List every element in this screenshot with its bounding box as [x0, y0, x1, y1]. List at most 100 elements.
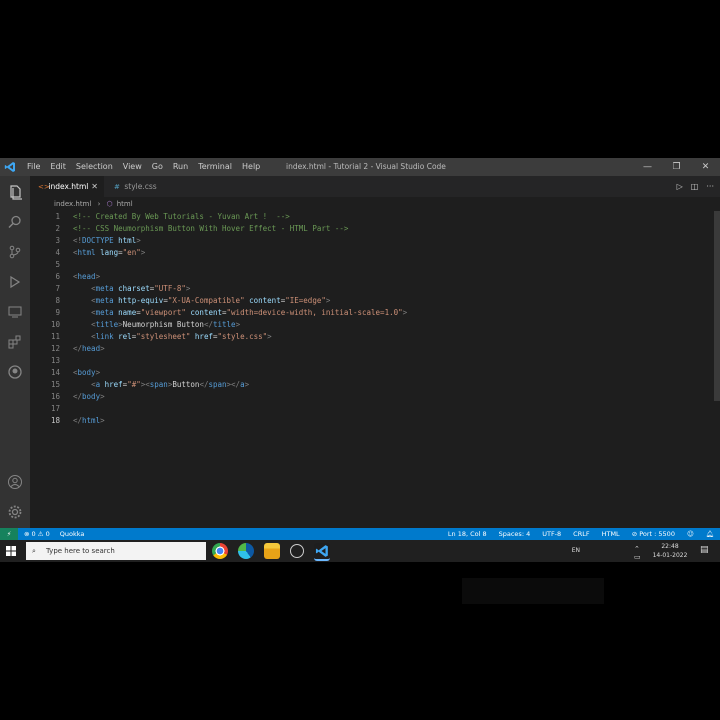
line-number: 4 — [55, 248, 60, 257]
settings-icon[interactable] — [290, 544, 304, 558]
code-line: <title>Neumorphism Button</title> — [91, 320, 241, 329]
github-icon[interactable] — [7, 364, 23, 380]
menu-help[interactable]: Help — [237, 158, 265, 176]
code-line: <meta http-equiv="X-UA-Compatible" conte… — [91, 296, 331, 305]
windows-start-icon[interactable] — [6, 546, 16, 556]
breadcrumb-separator: › — [97, 200, 101, 208]
editor-scrollbar[interactable] — [714, 211, 720, 401]
tab-index-html[interactable]: <> index.html ✕ — [30, 176, 104, 197]
code-line: <!DOCTYPE html> — [73, 236, 141, 245]
bell-icon[interactable]: 🔔︎ — [706, 528, 714, 540]
html-file-icon: <> — [38, 183, 50, 191]
accounts-icon[interactable] — [7, 474, 23, 490]
code-line: <body> — [73, 368, 101, 377]
menu-go[interactable]: Go — [147, 158, 168, 176]
line-number: 10 — [50, 320, 60, 329]
split-editor-icon[interactable]: ◫ — [691, 182, 699, 191]
code-line: <a href="#"><span>Button</span></a> — [91, 380, 250, 389]
minimize-button[interactable]: — — [633, 158, 662, 176]
tray-icons[interactable]: ⌃ ▭ ☁ ◍ ◖ — [634, 545, 644, 562]
taskbar-apps — [212, 543, 330, 561]
file-explorer-icon[interactable] — [264, 543, 280, 559]
more-actions-icon[interactable]: ··· — [706, 182, 714, 191]
search-icon: ⌕ — [32, 547, 36, 555]
line-number: 12 — [50, 344, 60, 353]
line-number: 18 — [50, 416, 60, 425]
tab-style-css[interactable]: # style.css — [106, 176, 162, 197]
edge-icon[interactable] — [238, 543, 254, 559]
close-tab-icon[interactable]: ✕ — [91, 176, 98, 197]
line-number: 1 — [55, 212, 60, 221]
remote-explorer-icon[interactable] — [7, 304, 23, 320]
search-placeholder: Type here to search — [46, 547, 115, 555]
gear-icon[interactable] — [7, 504, 23, 520]
encoding[interactable]: UTF-8 — [542, 528, 561, 540]
problems-indicator[interactable]: ⊗ 0 ⚠ 0 — [24, 528, 50, 540]
taskbar-search[interactable]: ⌕ Type here to search — [26, 542, 206, 560]
run-debug-icon[interactable] — [7, 274, 23, 290]
line-number: 9 — [55, 308, 60, 317]
remote-indicator[interactable]: ⚡ — [0, 528, 18, 540]
breadcrumb-element[interactable]: ⬡ html — [107, 200, 133, 208]
quokka-indicator[interactable]: Quokka — [60, 528, 85, 540]
line-number: 2 — [55, 224, 60, 233]
line-number: 5 — [55, 260, 60, 269]
editor-actions: ▷ ◫ ··· — [677, 176, 714, 197]
menu-file[interactable]: File — [22, 158, 45, 176]
live-server-port[interactable]: ⊘ Port : 5500 — [632, 528, 675, 540]
line-number: 15 — [50, 380, 60, 389]
code-line: </html> — [73, 416, 105, 425]
dark-overlay-box — [462, 578, 604, 604]
clock-date: 14-01-2022 — [652, 552, 688, 559]
clock[interactable]: 22:48 14-01-2022 — [650, 542, 690, 560]
window-title: index.html - Tutorial 2 - Visual Studio … — [286, 162, 446, 171]
window-controls: — ❐ ✕ — [633, 158, 720, 176]
vscode-logo-icon — [4, 162, 15, 172]
code-line: <!-- CSS Neumorphism Button With Hover E… — [73, 224, 349, 233]
line-number: 7 — [55, 284, 60, 293]
indentation[interactable]: Spaces: 4 — [499, 528, 531, 540]
status-bar: ⚡ ⊗ 0 ⚠ 0 Quokka Ln 18, Col 8 Spaces: 4 … — [0, 528, 720, 540]
input-language[interactable]: EN — [572, 547, 580, 554]
line-number: 11 — [50, 332, 60, 341]
menu-bar: File Edit Selection View Go Run Terminal… — [22, 158, 265, 176]
search-icon[interactable] — [7, 214, 23, 230]
line-ending[interactable]: CRLF — [573, 528, 589, 540]
code-line: <meta name="viewport" content="width=dev… — [91, 308, 408, 317]
menu-run[interactable]: Run — [168, 158, 193, 176]
vscode-screen: File Edit Selection View Go Run Terminal… — [0, 158, 720, 562]
breadcrumb-file[interactable]: index.html — [54, 200, 91, 208]
menu-edit[interactable]: Edit — [45, 158, 71, 176]
line-number: 3 — [55, 236, 60, 245]
css-file-icon: # — [114, 183, 120, 191]
close-window-button[interactable]: ✕ — [691, 158, 720, 176]
vscode-icon[interactable] — [314, 543, 330, 561]
explorer-icon[interactable] — [7, 184, 23, 200]
tab-label: index.html — [48, 182, 89, 191]
language-mode[interactable]: HTML — [602, 528, 620, 540]
feedback-icon[interactable]: ☺ — [687, 528, 694, 540]
line-number: 14 — [50, 368, 60, 377]
line-number: 6 — [55, 272, 60, 281]
source-control-icon[interactable] — [7, 244, 23, 260]
code-editor[interactable]: 1 2 3 4 5 6 7 8 9 10 11 12 13 14 15 16 1… — [30, 211, 710, 527]
maximize-button[interactable]: ❐ — [662, 158, 691, 176]
code-line: </body> — [73, 392, 105, 401]
windows-taskbar: ⌕ Type here to search EN ⌃ ▭ ☁ ◍ ◖ 22:48… — [0, 540, 720, 562]
breadcrumb: index.html › ⬡ html — [30, 197, 720, 211]
run-icon[interactable]: ▷ — [677, 182, 683, 191]
menu-terminal[interactable]: Terminal — [193, 158, 237, 176]
code-line: </head> — [73, 344, 105, 353]
notification-icon[interactable]: ▤ — [700, 545, 712, 557]
line-number: 13 — [50, 356, 60, 365]
editor-tabs: <> index.html ✕ # style.css ▷ ◫ ··· — [30, 176, 720, 197]
chrome-icon[interactable] — [212, 543, 228, 559]
activity-bar — [0, 176, 30, 535]
cursor-position[interactable]: Ln 18, Col 8 — [448, 528, 487, 540]
code-line: <head> — [73, 272, 101, 281]
menu-selection[interactable]: Selection — [71, 158, 118, 176]
extensions-icon[interactable] — [7, 334, 23, 350]
code-line: <link rel="stylesheet" href="style.css"> — [91, 332, 272, 341]
menu-view[interactable]: View — [118, 158, 147, 176]
element-icon: ⬡ — [106, 200, 113, 208]
